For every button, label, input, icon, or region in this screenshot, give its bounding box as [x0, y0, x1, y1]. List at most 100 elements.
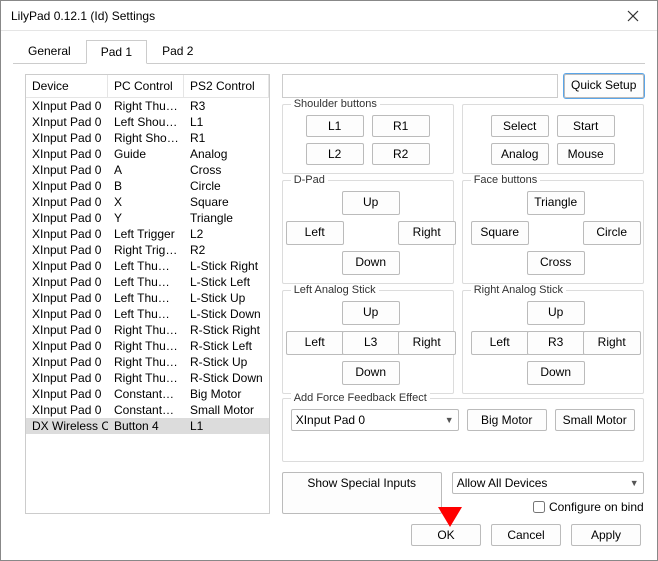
ra-left-button[interactable]: Left: [471, 331, 529, 355]
big-motor-button[interactable]: Big Motor: [467, 409, 547, 431]
r1-button[interactable]: R1: [372, 115, 430, 137]
l3-button[interactable]: L3: [342, 331, 400, 355]
ra-up-button[interactable]: Up: [527, 301, 585, 325]
dpad-left-button[interactable]: Left: [286, 221, 344, 245]
cell-ps2: R-Stick Left: [184, 338, 269, 354]
table-row[interactable]: DX Wireless C…Button 4L1: [26, 418, 269, 434]
quick-setup-button[interactable]: Quick Setup: [564, 74, 644, 98]
cell-ps2: L1: [184, 418, 269, 434]
cell-pc: Constant…: [108, 402, 184, 418]
dpad-right-button[interactable]: Right: [398, 221, 456, 245]
tab-pad1[interactable]: Pad 1: [86, 40, 147, 64]
cross-button[interactable]: Cross: [527, 251, 585, 275]
col-pc[interactable]: PC Control: [108, 75, 184, 97]
close-icon[interactable]: [613, 2, 653, 30]
dpad-up-button[interactable]: Up: [342, 191, 400, 215]
table-row[interactable]: XInput Pad 0BCircle: [26, 178, 269, 194]
cell-ps2: L-Stick Down: [184, 306, 269, 322]
r2-button[interactable]: R2: [372, 143, 430, 165]
cell-device: XInput Pad 0: [26, 146, 108, 162]
col-ps2[interactable]: PS2 Control: [184, 75, 269, 97]
cell-pc: Right Thu…: [108, 370, 184, 386]
ff-device-select[interactable]: XInput Pad 0 ▼: [291, 409, 459, 431]
la-right-button[interactable]: Right: [398, 331, 456, 355]
chevron-down-icon: ▼: [630, 478, 639, 488]
cell-pc: X: [108, 194, 184, 210]
configure-on-bind-check[interactable]: Configure on bind: [452, 500, 644, 514]
l2-button[interactable]: L2: [306, 143, 364, 165]
cell-device: DX Wireless C…: [26, 418, 108, 434]
table-row[interactable]: XInput Pad 0Right Thu…R3: [26, 98, 269, 114]
cell-pc: Y: [108, 210, 184, 226]
small-motor-button[interactable]: Small Motor: [555, 409, 635, 431]
show-special-inputs-button[interactable]: Show Special Inputs: [282, 472, 442, 514]
cell-pc: Right Sho…: [108, 130, 184, 146]
cell-ps2: Small Motor: [184, 402, 269, 418]
tab-general[interactable]: General: [13, 39, 86, 63]
cell-device: XInput Pad 0: [26, 274, 108, 290]
col-device[interactable]: Device: [26, 75, 108, 97]
table-row[interactable]: XInput Pad 0Constant…Small Motor: [26, 402, 269, 418]
group-ra: Right Analog Stick: [471, 284, 566, 296]
cell-ps2: R1: [184, 130, 269, 146]
table-row[interactable]: XInput Pad 0Right Thu…R-Stick Up: [26, 354, 269, 370]
apply-button[interactable]: Apply: [571, 524, 641, 546]
cell-device: XInput Pad 0: [26, 290, 108, 306]
allow-devices-select[interactable]: Allow All Devices ▼: [452, 472, 644, 494]
table-row[interactable]: XInput Pad 0Left Shou…L1: [26, 114, 269, 130]
table-row[interactable]: XInput Pad 0Left TriggerL2: [26, 226, 269, 242]
cell-device: XInput Pad 0: [26, 338, 108, 354]
allow-devices-value: Allow All Devices: [457, 476, 548, 490]
r3-button[interactable]: R3: [527, 331, 585, 355]
tab-pad2[interactable]: Pad 2: [147, 39, 208, 63]
select-button[interactable]: Select: [491, 115, 549, 137]
la-down-button[interactable]: Down: [342, 361, 400, 385]
configure-on-bind-input[interactable]: [533, 501, 545, 513]
table-row[interactable]: XInput Pad 0ACross: [26, 162, 269, 178]
mouse-button[interactable]: Mouse: [557, 143, 615, 165]
la-up-button[interactable]: Up: [342, 301, 400, 325]
table-row[interactable]: XInput Pad 0Left Thu…L-Stick Up: [26, 290, 269, 306]
analog-button[interactable]: Analog: [491, 143, 549, 165]
l1-button[interactable]: L1: [306, 115, 364, 137]
ok-button[interactable]: OK: [411, 524, 481, 546]
cell-ps2: R-Stick Down: [184, 370, 269, 386]
cancel-button[interactable]: Cancel: [491, 524, 561, 546]
cell-ps2: Big Motor: [184, 386, 269, 402]
dpad-down-button[interactable]: Down: [342, 251, 400, 275]
table-row[interactable]: XInput Pad 0Right Sho…R1: [26, 130, 269, 146]
ra-right-button[interactable]: Right: [583, 331, 641, 355]
cell-ps2: Circle: [184, 178, 269, 194]
table-row[interactable]: XInput Pad 0Left Thu…L-Stick Right: [26, 258, 269, 274]
cell-pc: Button 4: [108, 418, 184, 434]
table-row[interactable]: XInput Pad 0Constant…Big Motor: [26, 386, 269, 402]
table-row[interactable]: XInput Pad 0Right Thu…R-Stick Left: [26, 338, 269, 354]
cell-pc: Left Thu…: [108, 306, 184, 322]
la-left-button[interactable]: Left: [286, 331, 344, 355]
group-face: Face buttons: [471, 174, 541, 186]
cell-device: XInput Pad 0: [26, 242, 108, 258]
cell-device: XInput Pad 0: [26, 386, 108, 402]
bindings-table[interactable]: Device PC Control PS2 Control XInput Pad…: [25, 74, 270, 514]
cell-ps2: R-Stick Up: [184, 354, 269, 370]
triangle-button[interactable]: Triangle: [527, 191, 585, 215]
table-row[interactable]: XInput Pad 0Right Trig…R2: [26, 242, 269, 258]
table-row[interactable]: XInput Pad 0Right Thu…R-Stick Down: [26, 370, 269, 386]
start-button[interactable]: Start: [557, 115, 615, 137]
ra-down-button[interactable]: Down: [527, 361, 585, 385]
table-row[interactable]: XInput Pad 0Right Thu…R-Stick Right: [26, 322, 269, 338]
cell-ps2: Square: [184, 194, 269, 210]
square-button[interactable]: Square: [471, 221, 529, 245]
cell-pc: Left Thu…: [108, 290, 184, 306]
table-row[interactable]: XInput Pad 0Left Thu…L-Stick Down: [26, 306, 269, 322]
cell-pc: Left Thu…: [108, 258, 184, 274]
table-row[interactable]: XInput Pad 0GuideAnalog: [26, 146, 269, 162]
cell-pc: Right Trig…: [108, 242, 184, 258]
circle-button[interactable]: Circle: [583, 221, 641, 245]
status-box: [282, 74, 558, 98]
table-row[interactable]: XInput Pad 0YTriangle: [26, 210, 269, 226]
table-row[interactable]: XInput Pad 0XSquare: [26, 194, 269, 210]
cell-device: XInput Pad 0: [26, 98, 108, 114]
table-row[interactable]: XInput Pad 0Left Thu…L-Stick Left: [26, 274, 269, 290]
cell-ps2: L-Stick Right: [184, 258, 269, 274]
